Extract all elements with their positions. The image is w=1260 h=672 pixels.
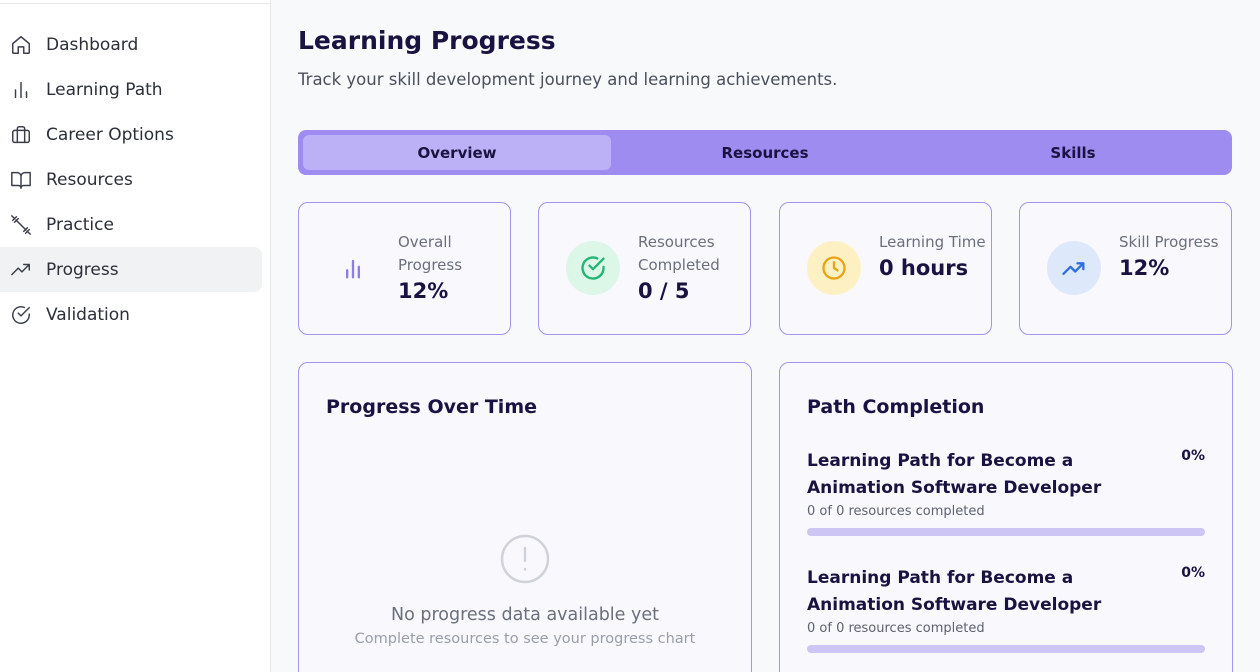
stat-value: 0 / 5 <box>638 279 690 303</box>
path-item: Learning Path for Become a Animation Sof… <box>807 565 1205 653</box>
path-item: Learning Path for Become a Animation Sof… <box>807 448 1205 536</box>
home-icon <box>10 34 32 56</box>
trending-up-icon <box>10 259 32 281</box>
stat-card-learning-time: Learning Time 0 hours <box>779 202 992 335</box>
book-open-icon <box>10 169 32 191</box>
sidebar: Dashboard Learning Path Career Options R… <box>0 0 271 672</box>
sidebar-item-learning-path[interactable]: Learning Path <box>0 67 262 112</box>
stat-card-skill-progress: Skill Progress 12% <box>1019 202 1232 335</box>
empty-state: No progress data available yet Complete … <box>299 533 751 647</box>
stat-value: 12% <box>1119 256 1170 280</box>
stat-label: Resources Completed <box>638 233 720 274</box>
alert-circle-icon <box>499 533 551 585</box>
sidebar-item-dashboard[interactable]: Dashboard <box>0 22 262 67</box>
clock-icon <box>807 241 861 295</box>
sidebar-item-label: Progress <box>46 259 119 280</box>
path-progress-bar <box>807 528 1205 536</box>
path-resource-count: 0 of 0 resources completed <box>807 504 985 519</box>
sidebar-item-label: Learning Path <box>46 79 163 100</box>
path-name: Learning Path for Become a Animation Sof… <box>807 568 1102 615</box>
sidebar-item-practice[interactable]: Practice <box>0 202 262 247</box>
tab-bar: Overview Resources Skills <box>298 130 1232 175</box>
bar-chart-icon <box>326 241 380 295</box>
sidebar-item-label: Validation <box>46 304 130 325</box>
check-circle-icon <box>566 241 620 295</box>
path-progress-bar <box>807 645 1205 653</box>
page-subtitle: Track your skill development journey and… <box>298 70 838 89</box>
empty-state-title: No progress data available yet <box>391 605 659 625</box>
stat-value: 0 hours <box>879 256 969 280</box>
path-resource-count: 0 of 0 resources completed <box>807 621 985 636</box>
sidebar-item-label: Career Options <box>46 124 174 145</box>
page-title: Learning Progress <box>298 26 556 55</box>
sidebar-item-validation[interactable]: Validation <box>0 292 262 337</box>
path-percent: 0% <box>1181 448 1205 464</box>
sidebar-item-label: Resources <box>46 169 133 190</box>
sidebar-divider <box>0 3 270 4</box>
tab-overview[interactable]: Overview <box>303 135 611 170</box>
panel-title: Path Completion <box>807 396 985 418</box>
trending-up-icon <box>1047 241 1101 295</box>
briefcase-icon <box>10 124 32 146</box>
progress-over-time-panel: Progress Over Time No progress data avai… <box>298 362 752 672</box>
bar-chart-icon <box>10 79 32 101</box>
sidebar-item-label: Practice <box>46 214 114 235</box>
empty-state-subtitle: Complete resources to see your progress … <box>354 631 696 647</box>
stat-value: 12% <box>398 279 449 303</box>
stat-label: Skill Progress <box>1119 233 1219 251</box>
tab-skills[interactable]: Skills <box>919 135 1227 170</box>
sidebar-item-resources[interactable]: Resources <box>0 157 262 202</box>
dumbbell-icon <box>10 214 32 236</box>
sidebar-item-label: Dashboard <box>46 34 139 55</box>
stat-label: Learning Time <box>879 233 986 251</box>
path-name: Learning Path for Become a Animation Sof… <box>807 451 1102 498</box>
check-circle-icon <box>10 304 32 326</box>
panel-title: Progress Over Time <box>326 396 538 418</box>
stat-label: Overall Progress <box>398 233 463 274</box>
sidebar-nav: Dashboard Learning Path Career Options R… <box>0 22 262 337</box>
path-percent: 0% <box>1181 565 1205 581</box>
stat-card-overall-progress: Overall Progress 12% <box>298 202 511 335</box>
sidebar-item-progress[interactable]: Progress <box>0 247 262 292</box>
stat-card-resources-completed: Resources Completed 0 / 5 <box>538 202 751 335</box>
path-completion-panel: Path Completion Learning Path for Become… <box>779 362 1233 672</box>
tab-resources[interactable]: Resources <box>611 135 919 170</box>
sidebar-item-career-options[interactable]: Career Options <box>0 112 262 157</box>
